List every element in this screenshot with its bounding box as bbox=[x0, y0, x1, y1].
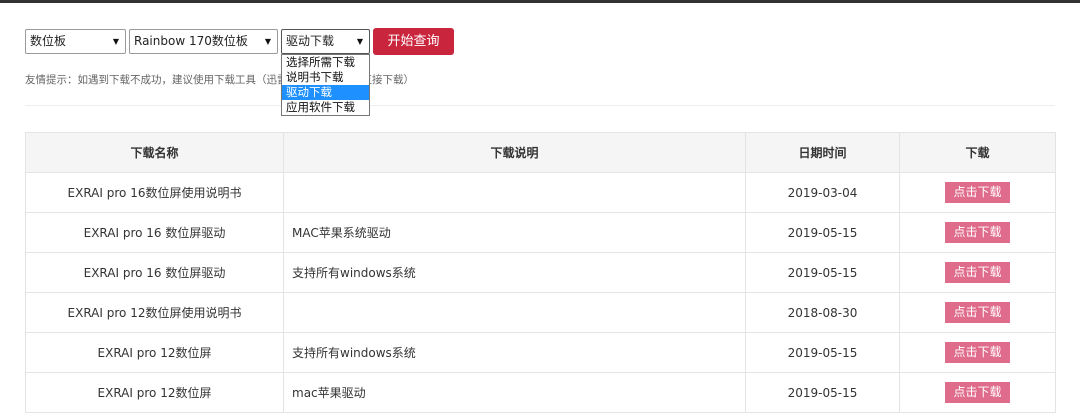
chevron-down-icon: ▼ bbox=[264, 37, 271, 46]
download-button[interactable]: 点击下载 bbox=[945, 262, 1010, 283]
download-action-cell: 点击下载 bbox=[899, 172, 1056, 213]
download-type-select-value: 驱动下载 bbox=[286, 34, 335, 48]
chevron-down-icon: ▼ bbox=[356, 37, 363, 46]
download-type-dropdown-list: 选择所需下载 说明书下载 驱动下载 应用软件下载 bbox=[281, 54, 370, 116]
download-button[interactable]: 点击下载 bbox=[945, 342, 1010, 363]
dropdown-option[interactable]: 说明书下载 bbox=[282, 70, 369, 85]
date-cell: 2018-08-30 bbox=[745, 292, 900, 333]
top-border bbox=[0, 0, 1080, 3]
download-action-cell: 点击下载 bbox=[899, 212, 1056, 253]
divider bbox=[25, 105, 1055, 106]
date-cell: 2019-05-15 bbox=[745, 332, 900, 373]
table-row: EXRAI pro 16 数位屏驱动 支持所有windows系统 2019-05-1… bbox=[25, 252, 1056, 293]
download-name-cell: EXRAI pro 12数位屏使用说明书 bbox=[25, 292, 284, 333]
download-description-cell bbox=[283, 172, 746, 213]
download-description-cell: MAC苹果系统驱动 bbox=[283, 212, 746, 253]
chevron-down-icon: ▼ bbox=[112, 37, 119, 46]
category-select-value: 数位板 bbox=[30, 34, 67, 48]
download-table: 下载名称 下载说明 日期时间 下载 EXRAI pro 16数位屏使用说明书 20… bbox=[25, 132, 1056, 413]
date-cell: 2019-03-04 bbox=[745, 172, 900, 213]
table-row: EXRAI pro 12数位屏使用说明书 2018-08-30 点击下载 bbox=[25, 292, 1056, 333]
date-cell: 2019-05-15 bbox=[745, 252, 900, 293]
date-cell: 2019-05-15 bbox=[745, 372, 900, 413]
model-select[interactable]: Rainbow 170数位板 ▼ bbox=[129, 29, 278, 54]
table-row: EXRAI pro 12数位屏 mac苹果驱动 2019-05-15 点击下载 bbox=[25, 372, 1056, 413]
download-description-cell: 支持所有windows系统 bbox=[283, 332, 746, 373]
download-action-cell: 点击下载 bbox=[899, 252, 1056, 293]
download-button[interactable]: 点击下载 bbox=[945, 222, 1010, 243]
download-description-cell: mac苹果驱动 bbox=[283, 372, 746, 413]
dropdown-option[interactable]: 应用软件下载 bbox=[282, 100, 369, 115]
download-action-cell: 点击下载 bbox=[899, 292, 1056, 333]
download-action-cell: 点击下载 bbox=[899, 372, 1056, 413]
date-cell: 2019-05-15 bbox=[745, 212, 900, 253]
header-date-time: 日期时间 bbox=[745, 132, 900, 173]
table-row: EXRAI pro 12数位屏 支持所有windows系统 2019-05-15 点击… bbox=[25, 332, 1056, 373]
download-name-cell: EXRAI pro 12数位屏 bbox=[25, 332, 284, 373]
dropdown-option[interactable]: 选择所需下载 bbox=[282, 55, 369, 70]
download-button[interactable]: 点击下载 bbox=[945, 182, 1010, 203]
header-download-name: 下载名称 bbox=[25, 132, 284, 173]
header-download-description: 下载说明 bbox=[283, 132, 746, 173]
table-row: EXRAI pro 16数位屏使用说明书 2019-03-04 点击下载 bbox=[25, 172, 1056, 213]
download-name-cell: EXRAI pro 16数位屏使用说明书 bbox=[25, 172, 284, 213]
download-action-cell: 点击下载 bbox=[899, 332, 1056, 373]
download-description-cell bbox=[283, 292, 746, 333]
tip-text-before: 友情提示：如遇到下载不成功，建议使用下载工具（迅雷 bbox=[25, 74, 288, 86]
model-select-value: Rainbow 170数位板 bbox=[134, 34, 248, 48]
download-name-cell: EXRAI pro 16 数位屏驱动 bbox=[25, 212, 284, 253]
header-download: 下载 bbox=[899, 132, 1056, 173]
dropdown-option[interactable]: 驱动下载 bbox=[282, 85, 369, 100]
download-description-cell: 支持所有windows系统 bbox=[283, 252, 746, 293]
download-button[interactable]: 点击下载 bbox=[945, 302, 1010, 323]
download-name-cell: EXRAI pro 16 数位屏驱动 bbox=[25, 252, 284, 293]
download-button[interactable]: 点击下载 bbox=[945, 382, 1010, 403]
download-name-cell: EXRAI pro 12数位屏 bbox=[25, 372, 284, 413]
table-header-row: 下载名称 下载说明 日期时间 下载 bbox=[25, 132, 1056, 173]
start-query-button[interactable]: 开始查询 bbox=[373, 28, 454, 55]
table-row: EXRAI pro 16 数位屏驱动 MAC苹果系统驱动 2019-05-15 点击下… bbox=[25, 212, 1056, 253]
download-type-select[interactable]: 驱动下载 ▼ bbox=[281, 29, 370, 54]
table-body: EXRAI pro 16数位屏使用说明书 2019-03-04 点击下载 EXRAI … bbox=[25, 172, 1056, 413]
category-select[interactable]: 数位板 ▼ bbox=[25, 29, 126, 54]
